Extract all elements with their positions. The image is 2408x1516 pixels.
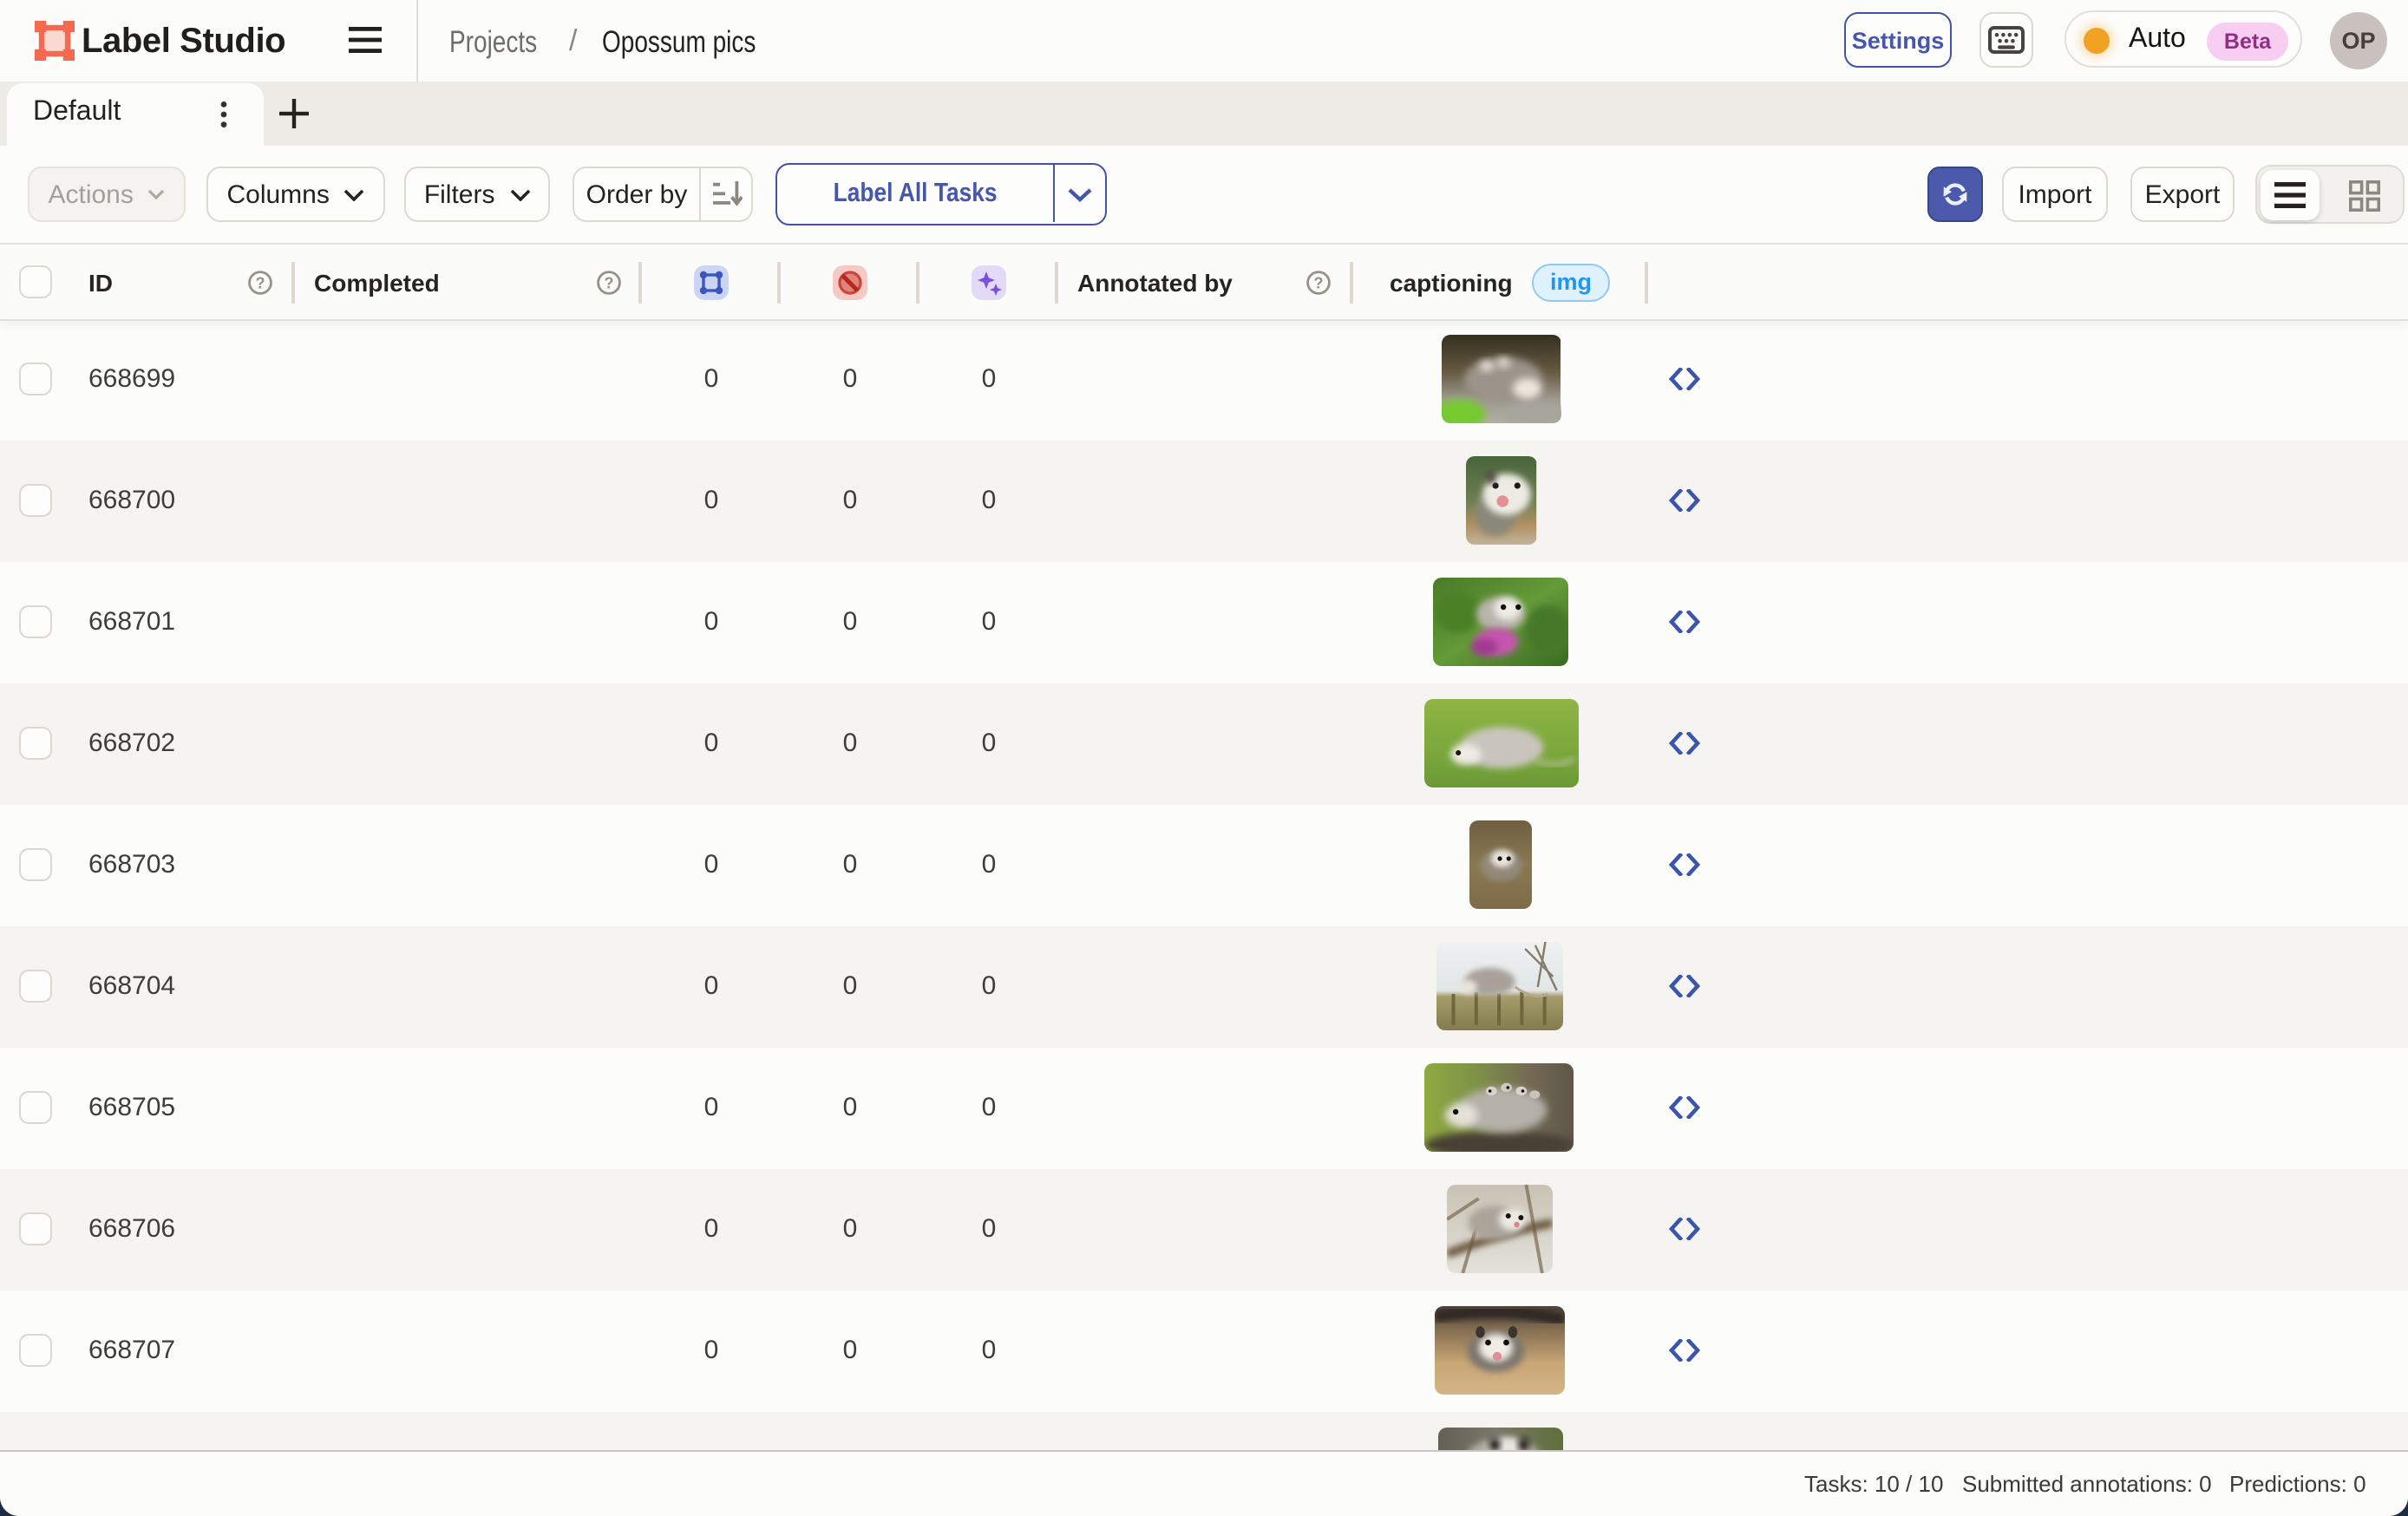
svg-text:?: ? <box>1314 274 1324 291</box>
svg-text:?: ? <box>605 274 614 291</box>
svg-text:?: ? <box>256 274 265 291</box>
